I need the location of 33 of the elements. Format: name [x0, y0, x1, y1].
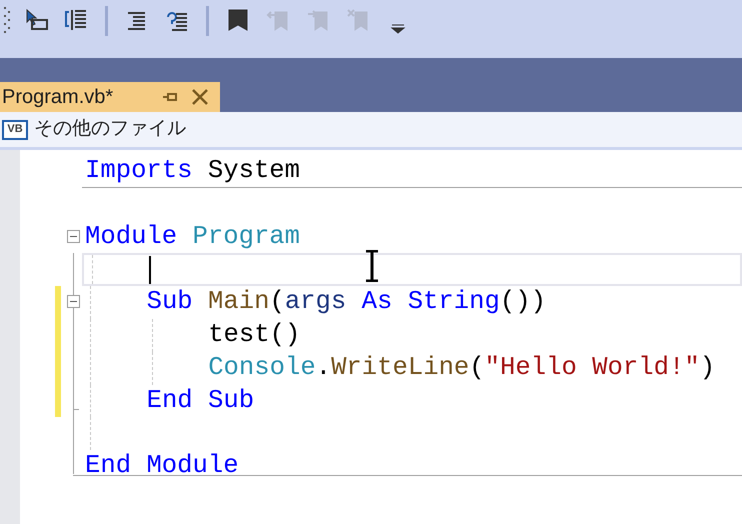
code-token: Imports: [85, 154, 194, 187]
code-token: test(): [208, 319, 300, 352]
code-token: End: [85, 450, 132, 482]
code-token: System: [208, 154, 300, 187]
text-cursor-icon: [364, 250, 380, 282]
vb-file-icon: VB: [2, 120, 28, 140]
code-token: "Hello World!": [484, 352, 700, 384]
close-icon[interactable]: [192, 89, 208, 105]
code-token: Sub: [146, 286, 194, 318]
code-token: Module: [85, 220, 178, 253]
collapse-icon[interactable]: [67, 230, 80, 243]
code-token: Console: [208, 352, 316, 384]
code-token: ()): [500, 286, 546, 318]
code-token: WriteLine: [331, 352, 470, 384]
code-token: (: [269, 286, 285, 318]
code-token: Program: [192, 220, 300, 253]
code-token: args: [284, 286, 348, 318]
collapse-icon[interactable]: [67, 295, 80, 308]
code-token: .: [316, 352, 332, 384]
code-token: End: [146, 384, 194, 417]
project-name[interactable]: その他のファイル: [34, 115, 186, 144]
code-token: String: [408, 286, 500, 318]
code-token: (: [469, 352, 485, 384]
code-token: As: [362, 286, 394, 318]
code-token: Main: [208, 286, 270, 318]
code-editor[interactable]: Imports System Module Program Sub Main(args As String()) test() Console.WriteLine("Hello World!") End Sub End Module: [20, 150, 742, 524]
code-token: Sub: [208, 384, 254, 417]
pin-icon[interactable]: [162, 90, 178, 104]
text-caret: [148, 256, 151, 284]
code-token: ): [700, 352, 716, 384]
code-token: Module: [146, 450, 239, 482]
file-tab[interactable]: Program.vb*: [0, 82, 220, 112]
grip-icon: [3, 6, 11, 34]
